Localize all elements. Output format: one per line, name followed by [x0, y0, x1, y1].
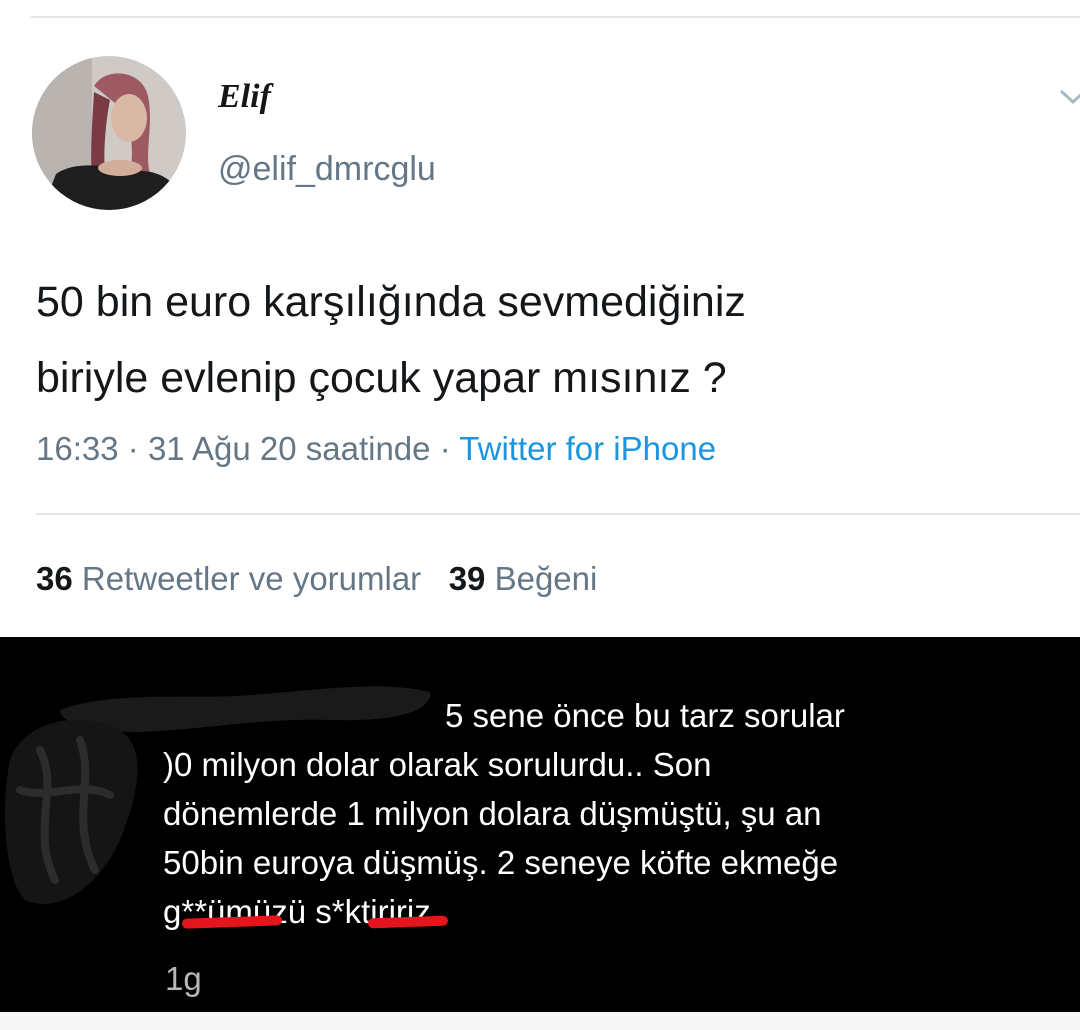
likes-label: Beğeni	[494, 560, 598, 597]
tweet-date[interactable]: 31 Ağu 20 saatinde	[148, 430, 431, 467]
reply-text: 5 sene önce bu tarz sorular )0 milyon do…	[163, 691, 845, 936]
stats-divider	[36, 513, 1080, 515]
profile-photo	[32, 56, 186, 210]
tweet-time[interactable]: 16:33	[36, 430, 119, 467]
tweet-meta: 16:33 · 31 Ağu 20 saatinde · Twitter for…	[36, 430, 716, 468]
reply-time: 1g	[165, 960, 202, 997]
bottom-band	[0, 1012, 1080, 1030]
chevron-down-icon[interactable]	[1058, 86, 1080, 106]
reply-line: dönemlerde 1 milyon dolara düşmüştü, şu …	[163, 795, 822, 832]
avatar[interactable]	[32, 56, 186, 210]
user-handle[interactable]: @elif_dmrcglu	[218, 150, 436, 189]
reply-line: 50bin euroya düşmüş. 2 seneye köfte ekme…	[163, 844, 839, 881]
reply-line: 5 sene önce bu tarz sorular	[445, 697, 845, 734]
tweet-text: 50 bin euro karşılığında sevmediğiniz bi…	[36, 264, 1076, 416]
likes-stat[interactable]: 39 Beğeni	[449, 560, 598, 597]
separator: ·	[127, 430, 139, 467]
retweets-label: Retweetler ve yorumlar	[81, 560, 422, 597]
likes-count: 39	[448, 560, 486, 597]
retweets-count: 36	[36, 560, 73, 597]
reply-line: g**ümüzü s*ktiririz	[163, 893, 431, 930]
tweet-text-line: 50 bin euro karşılığında sevmediğiniz	[36, 278, 746, 326]
tweet-source-link[interactable]: Twitter for iPhone	[459, 430, 716, 467]
top-divider	[30, 16, 1080, 18]
display-name[interactable]: Elif	[218, 78, 271, 116]
retweets-stat[interactable]: 36 Retweetler ve yorumlar	[36, 560, 421, 597]
separator: ·	[439, 430, 451, 467]
tweet-text-line: biriyle evlenip çocuk yapar mısınız ?	[36, 354, 727, 402]
tweet-stats: 36 Retweetler ve yorumlar 39 Beğeni	[36, 560, 597, 598]
reply-line: )0 milyon dolar olarak sorulurdu.. Son	[163, 746, 712, 783]
